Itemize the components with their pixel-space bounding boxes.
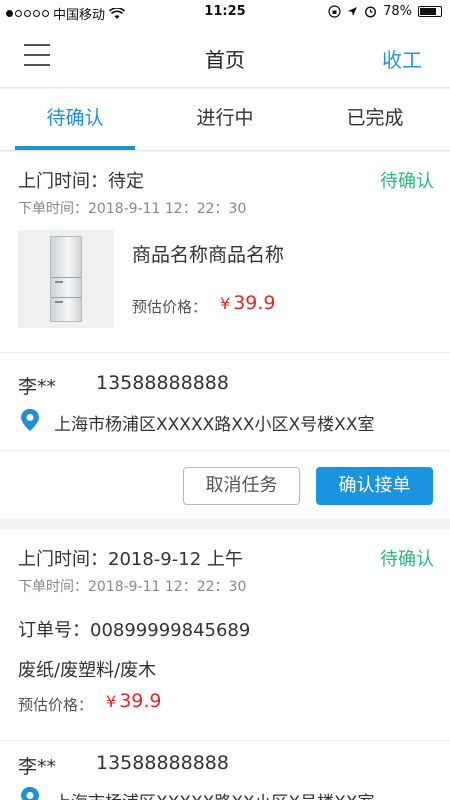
status-right: 78% <box>328 4 442 19</box>
contact-phone[interactable]: 13588888888 <box>96 372 229 394</box>
order-time: 下单时间：2018-9-11 12：22：30 <box>18 579 247 595</box>
location-arrow-icon <box>348 7 358 16</box>
location-pin-icon <box>21 409 39 431</box>
currency-symbol: ¥ <box>220 294 231 313</box>
visit-time: 上门时间：2018-9-12 上午 <box>18 545 243 571</box>
price-value: ¥39.9 <box>220 292 276 314</box>
product-name: 商品名称商品名称 <box>132 244 285 266</box>
finish-work-button[interactable]: 收工 <box>382 44 422 73</box>
tab-completed[interactable]: 已完成 <box>300 89 450 150</box>
top-nav-bar: 首页 收工 <box>0 24 450 88</box>
address: 上海市杨浦区XXXXX路XX小区X号楼XX室 <box>54 788 374 800</box>
visit-time: 上门时间：待定 <box>18 167 144 193</box>
visit-time-value: 待定 <box>108 171 144 192</box>
status-bar: 中国移动 11:25 78% <box>0 0 450 24</box>
order-number-label: 订单号： <box>18 620 90 641</box>
order-card: 上门时间：2018-9-12 上午 待确认 下单时间：2018-9-11 12：… <box>0 530 450 800</box>
visit-time-value: 2018-9-12 上午 <box>108 549 243 570</box>
tab-pending-confirm[interactable]: 待确认 <box>0 89 150 150</box>
confirm-order-button[interactable]: 确认接单 <box>316 467 433 505</box>
contact-phone[interactable]: 13588888888 <box>96 752 229 774</box>
contact-name: 李** <box>18 756 57 778</box>
price-value: ¥39.9 <box>106 690 162 712</box>
price-amount: 39.9 <box>119 690 162 712</box>
order-number-value: 00899999845689 <box>90 620 251 641</box>
contact-name: 李** <box>18 376 57 398</box>
order-items: 废纸/废塑料/废木 <box>18 660 157 681</box>
price-label: 预估价格： <box>18 696 94 714</box>
rotation-lock-icon <box>328 5 341 18</box>
visit-time-label: 上门时间： <box>18 171 108 192</box>
order-card: 上门时间：待定 待确认 下单时间：2018-9-11 12：22：30 商品名称… <box>0 152 450 518</box>
status-badge: 待确认 <box>380 549 434 570</box>
price-amount: 39.9 <box>233 292 276 314</box>
address: 上海市杨浦区XXXXX路XX小区X号楼XX室 <box>54 415 375 435</box>
location-pin-icon <box>21 787 39 800</box>
product-image <box>18 230 114 328</box>
currency-symbol: ¥ <box>106 692 117 711</box>
alarm-icon <box>365 6 377 18</box>
battery-icon <box>418 6 442 17</box>
visit-time-label: 上门时间： <box>18 549 108 570</box>
cancel-task-button[interactable]: 取消任务 <box>183 467 300 505</box>
battery-percent: 78% <box>383 4 412 19</box>
tab-in-progress[interactable]: 进行中 <box>150 89 300 150</box>
price-label: 预估价格： <box>132 298 208 316</box>
order-number: 订单号：00899999845689 <box>18 616 250 642</box>
order-time: 下单时间：2018-9-11 12：22：30 <box>18 201 247 217</box>
status-badge: 待确认 <box>380 171 434 192</box>
order-tabs: 待确认 进行中 已完成 <box>0 89 450 151</box>
